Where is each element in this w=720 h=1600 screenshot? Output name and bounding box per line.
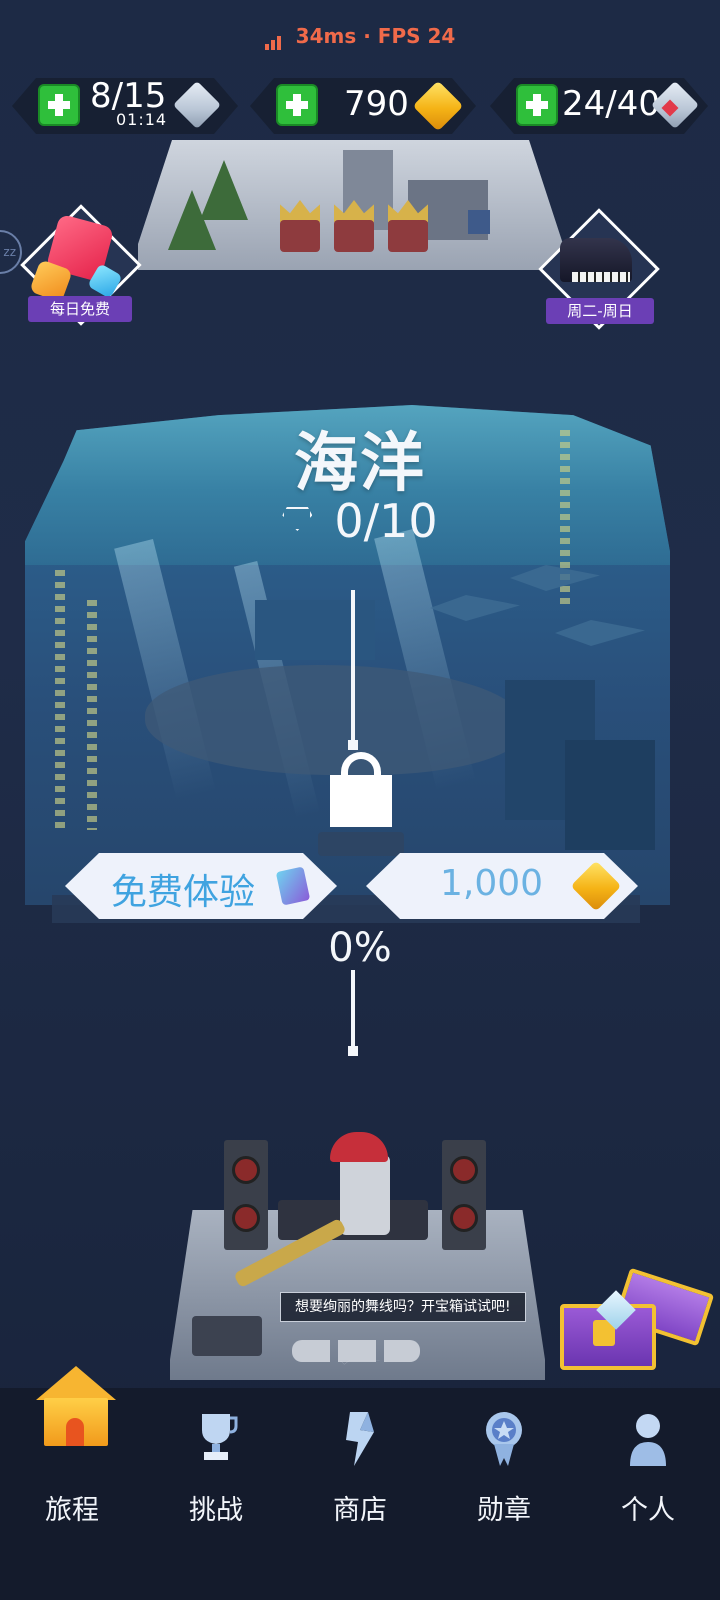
medal-icon [486,1412,522,1466]
path-node [348,740,358,750]
price-label: 1,000 [440,863,544,904]
add-hearts-button[interactable] [516,84,558,126]
lock-icon [330,775,392,827]
buy-level-button[interactable]: 1,000 [366,853,638,919]
nav-profile[interactable]: 个人 [576,1410,720,1540]
nav-medal-label: 勋章 [477,1495,531,1526]
red-cap-icon [330,1132,388,1162]
nav-shop[interactable]: 商店 [288,1410,432,1540]
path-line [351,590,355,742]
dj-character [340,1155,390,1235]
nav-medal[interactable]: 勋章 [432,1410,576,1540]
nav-profile-label: 个人 [621,1495,675,1526]
diamond-icon [282,507,313,531]
crown-pedestal [280,220,320,252]
dance-pads [292,1340,420,1362]
gold-gem-icon [571,861,622,912]
nav-challenge[interactable]: 挑战 [144,1410,288,1540]
boombox-icon [192,1316,262,1356]
nav-shop-label: 商店 [333,1495,387,1526]
shop-icon [346,1412,374,1466]
diamond-count: 0/10 [0,494,720,548]
free-trial-label: 免费体验 [111,872,256,913]
kelp-plant [55,570,65,830]
ruin-block [565,740,655,850]
manta-ray [510,565,600,591]
ice-cube-icon [173,81,221,129]
person-icon [630,1414,666,1466]
piano-keys [572,272,630,282]
previous-level-scene[interactable] [138,140,563,270]
ruin-block [255,600,375,660]
light-ray [114,539,216,801]
hearts-counter: 24/40 [490,78,708,134]
energy-counter: 8/15 01:14 [12,78,238,134]
status-separator: · [363,24,371,48]
crown-icon [280,200,320,222]
diamond-count-value: 0/10 [334,494,438,548]
path-node [348,1046,358,1056]
energy-timer: 01:14 [116,110,168,129]
gold-value: 790 [344,84,409,124]
whale [145,665,525,775]
crown-pedestal [334,220,374,252]
weekday-label: 周二-周日 [546,298,654,324]
ping-text: 34ms [295,24,357,48]
crown-pedestal [388,220,428,252]
sleep-indicator-icon[interactable]: zz [0,230,22,274]
gold-gem-icon [413,81,464,132]
add-gold-button[interactable] [276,84,318,126]
ruin-block [468,210,490,234]
free-trial-button[interactable]: 免费体验 [65,853,337,919]
path-line [351,970,355,1050]
nav-journey-label: 旅程 [45,1495,99,1526]
fps-text: FPS 24 [377,24,456,48]
ticket-icon [276,866,310,905]
speaker [442,1140,486,1250]
level-progress: 0% [328,925,392,971]
nav-challenge-label: 挑战 [189,1495,243,1526]
hearts-value: 24/40 [562,84,660,124]
kelp-plant [87,600,97,830]
manta-ray [555,620,645,646]
chest-tooltip: 想要绚丽的舞线吗？开宝箱试试吧! [280,1292,526,1322]
trophy-icon [202,1414,238,1460]
add-energy-button[interactable] [38,84,80,126]
signal-icon [264,26,283,50]
lock-pedestal [318,832,404,856]
network-status: 34ms · FPS 24 [0,24,720,50]
manta-ray [430,595,520,621]
gold-counter: 790 [250,78,476,134]
nav-journey[interactable]: 旅程 [0,1410,144,1540]
pine-tree-icon [200,160,248,220]
daily-free-label: 每日免费 [28,296,132,322]
speaker [224,1140,268,1250]
level-title: 海洋 [294,427,426,501]
